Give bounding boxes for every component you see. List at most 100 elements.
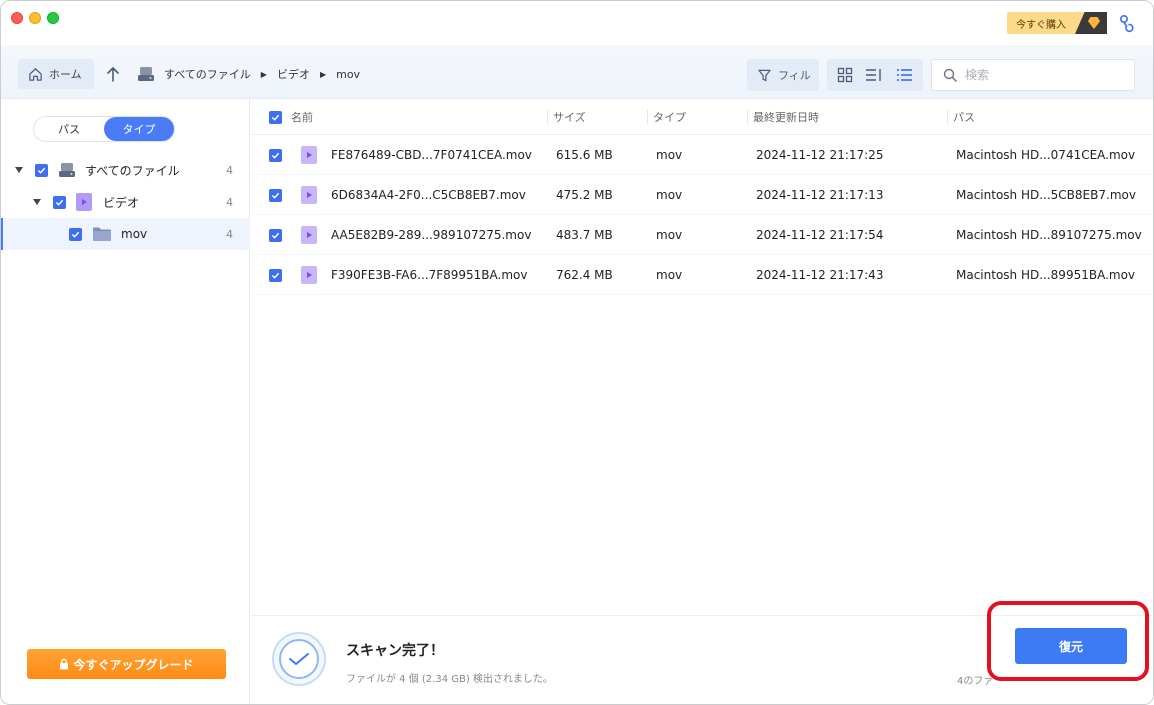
table-header: 名前 サイズ タイプ 最終更新日時 パス <box>251 99 1153 135</box>
upgrade-now-button[interactable]: 今すぐアップグレード <box>27 649 226 679</box>
folder-icon <box>93 227 111 241</box>
expand-caret-icon[interactable] <box>33 199 41 205</box>
buy-now-button[interactable]: 今すぐ購入 <box>1007 12 1107 34</box>
tree-item-count: 4 <box>226 163 233 177</box>
video-icon <box>76 193 92 211</box>
file-size: 475.2 MB <box>556 188 613 202</box>
tab-type[interactable]: タイプ <box>104 117 174 141</box>
scan-status-bar: スキャン完了！ ファイルが 4 個 (2.34 GB) 検出されました。 復元 … <box>251 615 1153 704</box>
file-size: 483.7 MB <box>556 228 613 242</box>
list-view-icon[interactable] <box>896 67 913 83</box>
tab-path[interactable]: パス <box>34 117 104 141</box>
table-row[interactable]: AA5E82B9-289...989107275.mov 483.7 MB mo… <box>251 215 1153 255</box>
column-header-size[interactable]: サイズ <box>547 99 586 135</box>
breadcrumb-all-files[interactable]: すべてのファイル <box>164 66 251 82</box>
view-mode-group <box>827 59 923 91</box>
file-path: Macintosh HD...89951BA.mov <box>956 268 1136 282</box>
tree-item-count: 4 <box>226 227 233 241</box>
filter-icon <box>758 69 771 81</box>
breadcrumb-separator-icon: ▶ <box>319 69 327 79</box>
tree-checkbox[interactable] <box>69 227 82 241</box>
scan-complete-title: スキャン完了！ <box>346 643 444 659</box>
grid-view-icon[interactable] <box>837 67 853 83</box>
column-header-name[interactable]: 名前 <box>291 99 313 135</box>
check-icon <box>71 231 80 238</box>
breadcrumb-separator-icon: ▶ <box>260 69 267 79</box>
check-icon <box>55 199 64 206</box>
lock-icon <box>60 658 69 670</box>
tree-checkbox[interactable] <box>35 163 48 177</box>
check-icon <box>271 192 280 199</box>
search-input[interactable] <box>965 68 1115 82</box>
row-checkbox[interactable] <box>269 135 282 175</box>
column-header-modified[interactable]: 最終更新日時 <box>747 99 819 135</box>
tree-checkbox[interactable] <box>53 195 66 209</box>
restore-button[interactable]: 復元 <box>1015 628 1127 664</box>
sidebar: パス タイプ すべてのファイル 4 ビデオ 4 mov 4 今すぐアップグレード <box>1 99 250 704</box>
row-checkbox[interactable] <box>269 215 282 255</box>
drive-icon <box>138 67 154 81</box>
table-row[interactable]: 6D6834A4-2F0...C5CB8EB7.mov 475.2 MB mov… <box>251 175 1153 215</box>
file-modified: 2024-11-12 21:17:13 <box>756 188 884 202</box>
minimize-window-button[interactable] <box>29 12 41 24</box>
video-file-icon <box>301 215 317 255</box>
breadcrumb: すべてのファイル ▶ ビデオ ▶ mov <box>137 63 360 85</box>
check-icon <box>271 272 280 279</box>
tree-item-count: 4 <box>226 195 233 209</box>
check-icon <box>271 152 280 159</box>
check-icon <box>271 114 280 121</box>
column-header-type[interactable]: タイプ <box>647 99 686 135</box>
search-icon <box>943 68 957 82</box>
file-modified: 2024-11-12 21:17:25 <box>756 148 884 162</box>
tree-item-label: すべてのファイル <box>85 163 180 178</box>
file-size: 615.6 MB <box>556 148 613 162</box>
zoom-window-button[interactable] <box>47 12 59 24</box>
tree-item-mov[interactable]: mov 4 <box>1 218 250 250</box>
selected-files-info: 4のファ <box>957 676 994 687</box>
account-icon[interactable] <box>1117 13 1137 33</box>
tree-item-video[interactable]: ビデオ 4 <box>1 186 250 218</box>
home-label: ホーム <box>49 68 82 81</box>
search-box[interactable] <box>931 59 1135 91</box>
toolbar: ホーム すべてのファイル ▶ ビデオ ▶ mov フィル <box>1 45 1153 99</box>
row-checkbox[interactable] <box>269 255 282 295</box>
file-name: 6D6834A4-2F0...C5CB8EB7.mov <box>331 188 526 202</box>
scan-result-summary: ファイルが 4 個 (2.34 GB) 検出されました。 <box>346 674 553 685</box>
file-path: Macintosh HD...0741CEA.mov <box>956 148 1136 162</box>
title-bar: 今すぐ購入 <box>1 1 1153 45</box>
file-path: Macintosh HD...5CB8EB7.mov <box>956 188 1136 202</box>
app-window: 今すぐ購入 ホーム すべてのファイル ▶ ビデオ ▶ mov フィル 検索 パス… <box>0 0 1154 705</box>
file-size: 762.4 MB <box>556 268 613 282</box>
breadcrumb-video[interactable]: ビデオ <box>277 66 310 82</box>
check-icon <box>37 167 46 174</box>
column-header-path[interactable]: パス <box>947 99 975 135</box>
expand-caret-icon[interactable] <box>15 167 23 173</box>
diamond-icon <box>1088 17 1100 29</box>
video-file-icon <box>301 175 317 215</box>
video-file-icon <box>301 255 317 295</box>
row-checkbox[interactable] <box>269 175 282 215</box>
drive-icon <box>59 163 75 177</box>
table-row[interactable]: F390FE3B-FA6...7F89951BA.mov 762.4 MB mo… <box>251 255 1153 295</box>
select-all-checkbox[interactable] <box>269 99 282 135</box>
home-icon <box>29 67 42 81</box>
filter-label: フィル <box>778 69 811 82</box>
close-window-button[interactable] <box>11 12 23 24</box>
tree-item-all-files[interactable]: すべてのファイル 4 <box>1 154 250 186</box>
tree-item-label: ビデオ <box>103 195 140 210</box>
file-name: F390FE3B-FA6...7F89951BA.mov <box>331 268 528 282</box>
home-button[interactable]: ホーム <box>18 59 94 89</box>
up-arrow-icon[interactable] <box>105 65 121 83</box>
file-type: mov <box>656 268 683 282</box>
scan-complete-icon <box>272 632 326 686</box>
breadcrumb-mov[interactable]: mov <box>336 68 360 81</box>
buy-now-label: 今すぐ購入 <box>1016 19 1066 31</box>
list-detail-view-icon[interactable] <box>865 67 883 83</box>
table-row[interactable]: FE876489-CBD...7F0741CEA.mov 615.6 MB mo… <box>251 135 1153 175</box>
video-file-icon <box>301 135 317 175</box>
upgrade-now-label: 今すぐアップグレード <box>73 657 194 672</box>
file-modified: 2024-11-12 21:17:54 <box>756 228 884 242</box>
view-segment-control: パス タイプ <box>33 116 175 142</box>
file-path: Macintosh HD...89107275.mov <box>956 228 1142 242</box>
filter-button[interactable]: フィル <box>747 59 819 91</box>
